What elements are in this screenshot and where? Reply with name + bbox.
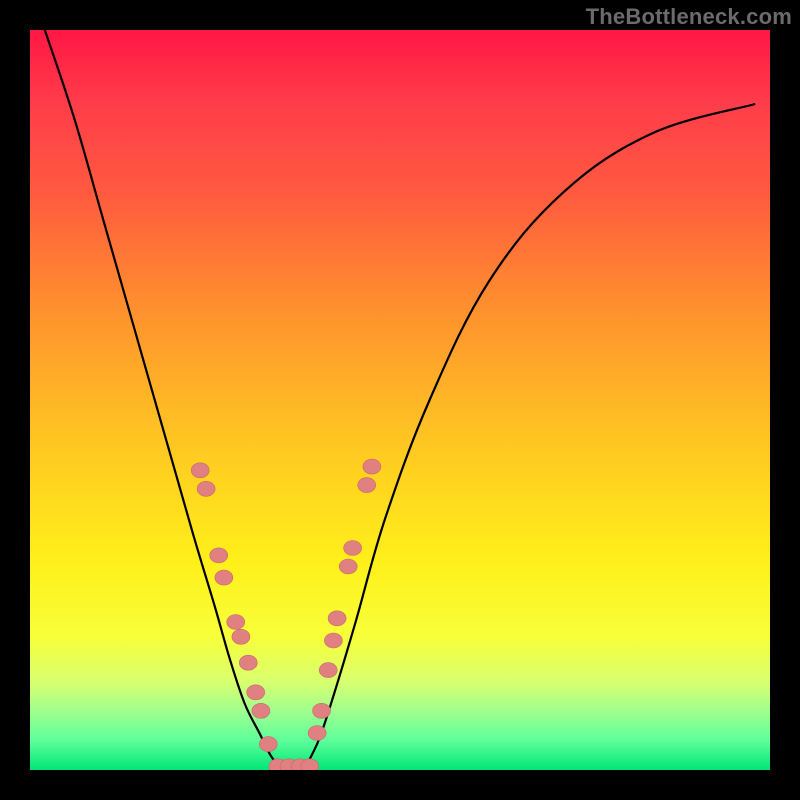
bead-marker <box>358 478 376 493</box>
bead-marker <box>239 655 257 670</box>
bead-marker <box>313 703 331 718</box>
bead-marker <box>328 611 346 626</box>
bead-marker <box>232 629 250 644</box>
bead-marker <box>308 726 326 741</box>
bead-marker <box>191 463 209 478</box>
curve-group <box>45 30 755 770</box>
bead-group <box>191 459 381 770</box>
bead-marker <box>247 685 265 700</box>
bead-marker <box>197 481 215 496</box>
bead-marker <box>344 541 362 556</box>
plot-area <box>30 30 770 770</box>
bead-marker <box>210 548 228 563</box>
chart-frame: TheBottleneck.com <box>0 0 800 800</box>
bead-marker <box>215 570 233 585</box>
bead-marker <box>252 703 270 718</box>
bead-marker <box>259 737 277 752</box>
bead-marker <box>319 663 337 678</box>
bead-marker <box>324 633 342 648</box>
chart-svg <box>30 30 770 770</box>
right-curve <box>304 104 755 770</box>
bead-marker <box>363 459 381 474</box>
bead-marker <box>227 615 245 630</box>
bead-marker <box>339 559 357 574</box>
watermark-text: TheBottleneck.com <box>586 4 792 30</box>
